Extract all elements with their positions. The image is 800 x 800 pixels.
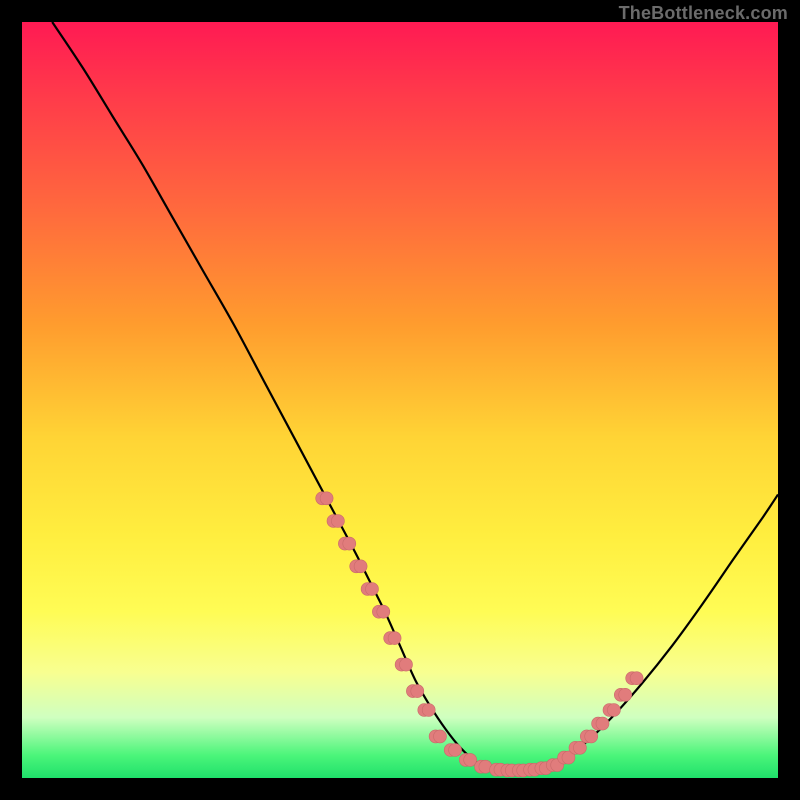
highlight-dot [434,730,447,743]
highlight-dot [585,730,598,743]
highlight-dot [320,492,333,505]
highlight-dot [596,717,609,730]
highlight-dot [388,632,401,645]
bottleneck-curve [52,22,778,771]
chart-frame: TheBottleneck.com [0,0,800,800]
highlight-dot [400,658,413,671]
highlight-dot [377,605,390,618]
highlight-dot [449,744,462,757]
highlight-dot [354,560,367,573]
highlight-dot [630,672,643,685]
highlight-dot [331,515,344,528]
highlight-dot [343,537,356,550]
highlight-dot [366,583,379,596]
highlight-dot [607,704,620,717]
chart-svg [22,22,778,778]
plot-area [22,22,778,778]
watermark-label: TheBottleneck.com [619,3,788,24]
highlight-dot [619,688,632,701]
highlight-dot [573,741,586,754]
highlight-dot [422,704,435,717]
highlight-dot [411,685,424,698]
